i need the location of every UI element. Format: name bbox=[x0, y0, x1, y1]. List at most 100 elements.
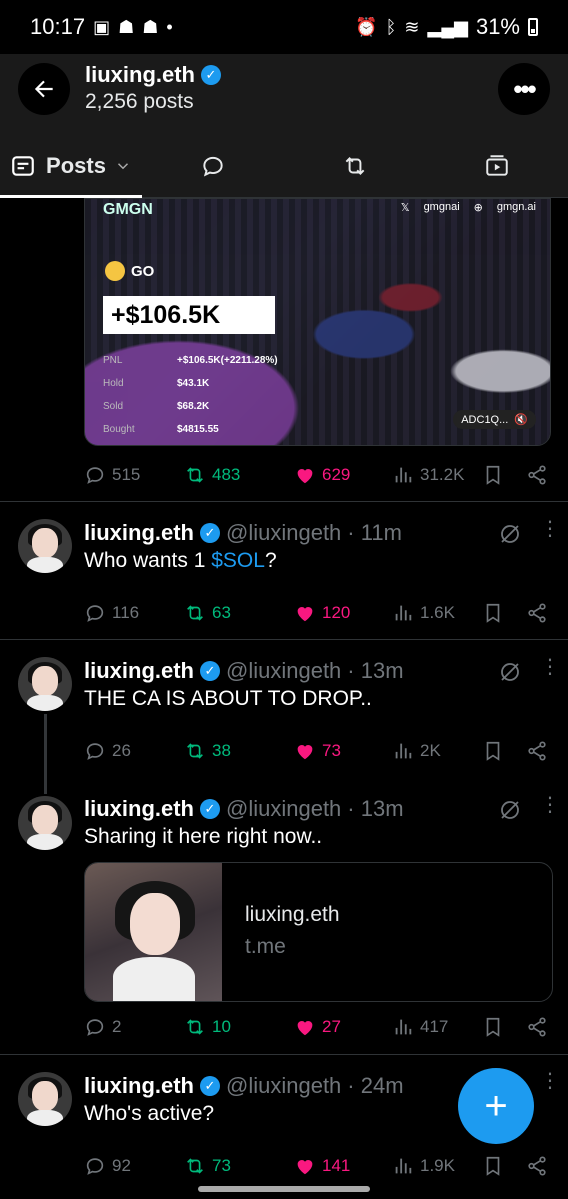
repost-button[interactable]: 10 bbox=[184, 1016, 294, 1038]
repost-button[interactable]: 73 bbox=[184, 1155, 294, 1177]
tweet-header: liuxing.eth ✓ @liuxingeth · 11m bbox=[84, 520, 402, 546]
repost-icon bbox=[187, 1158, 203, 1174]
bookmark-icon bbox=[486, 741, 500, 761]
mute-icon[interactable]: 🔇 bbox=[514, 413, 528, 426]
avatar[interactable] bbox=[18, 657, 72, 711]
author-name[interactable]: liuxing.eth bbox=[84, 658, 194, 684]
more-icon: ••• bbox=[513, 73, 536, 104]
views-button[interactable]: 417 bbox=[392, 1016, 482, 1038]
battery-percent: 31% bbox=[475, 14, 520, 39]
tweet-more-icon[interactable]: ⋮ bbox=[540, 795, 560, 815]
tweet-more-icon[interactable]: ⋮ bbox=[540, 519, 560, 539]
repost-button[interactable]: 483 bbox=[184, 464, 294, 486]
more-options-button[interactable]: ••• bbox=[498, 63, 550, 115]
tweet-actions: 515 483 629 31.2K bbox=[84, 460, 551, 490]
media-image[interactable]: GMGN 𝕏gmgnai ⊕ gmgn.ai GO +$106.5K PNL +$1… bbox=[84, 198, 551, 446]
divider bbox=[0, 639, 568, 640]
tweet-time: · 24m bbox=[347, 1073, 404, 1098]
profile-name-row: liuxing.eth ✓ bbox=[85, 62, 221, 88]
views-button[interactable]: 31.2K bbox=[392, 464, 482, 486]
tab-reposts[interactable] bbox=[284, 134, 426, 197]
reply-button[interactable]: 2 bbox=[84, 1016, 184, 1038]
repost-icon bbox=[187, 1019, 203, 1035]
bookmark-button[interactable] bbox=[482, 1016, 526, 1038]
profile-name: liuxing.eth bbox=[85, 62, 195, 87]
media-row: Sold $68.2K bbox=[103, 401, 210, 412]
tweet-actions: 26 38 73 2K bbox=[84, 736, 551, 766]
reply-button[interactable]: 26 bbox=[84, 740, 184, 762]
bookmark-button[interactable] bbox=[482, 740, 526, 762]
signal-icon: ▂▄▆ bbox=[427, 16, 468, 37]
share-button[interactable] bbox=[526, 1016, 548, 1038]
like-button[interactable]: 120 bbox=[294, 602, 392, 624]
alarm-icon: ⏰ bbox=[355, 16, 378, 37]
link-card[interactable]: liuxing.eth t.me bbox=[84, 862, 553, 1002]
repost-button[interactable]: 63 bbox=[184, 602, 294, 624]
repost-button[interactable]: 38 bbox=[184, 740, 294, 762]
link-card-title: liuxing.eth bbox=[245, 903, 340, 926]
thread-line bbox=[44, 714, 47, 794]
media-badge[interactable]: ADC1Q... 🔇 bbox=[453, 410, 536, 429]
globe-icon: ⊕ bbox=[473, 202, 483, 214]
author-name[interactable]: liuxing.eth bbox=[84, 796, 194, 822]
tab-videos[interactable] bbox=[426, 134, 568, 197]
views-icon bbox=[395, 743, 412, 759]
views-icon bbox=[395, 1158, 412, 1174]
reply-button[interactable]: 116 bbox=[84, 602, 184, 624]
repost-icon bbox=[187, 605, 203, 621]
like-button[interactable]: 73 bbox=[294, 740, 392, 762]
share-button[interactable] bbox=[526, 1155, 548, 1177]
author-handle[interactable]: @liuxingeth bbox=[226, 520, 341, 546]
gallery-icon: ▣ bbox=[93, 16, 111, 37]
avatar[interactable] bbox=[18, 796, 72, 850]
views-button[interactable]: 1.6K bbox=[392, 602, 482, 624]
bookmark-button[interactable] bbox=[482, 602, 526, 624]
author-handle[interactable]: @liuxingeth bbox=[226, 658, 341, 684]
tweet-more-icon[interactable]: ⋮ bbox=[540, 1071, 560, 1091]
back-button[interactable] bbox=[18, 63, 70, 115]
avatar[interactable] bbox=[18, 519, 72, 573]
author-name[interactable]: liuxing.eth bbox=[84, 520, 194, 546]
bookmark-button[interactable] bbox=[482, 1155, 526, 1177]
reply-button[interactable]: 92 bbox=[84, 1155, 184, 1177]
compose-button[interactable]: + bbox=[458, 1068, 534, 1144]
author-handle[interactable]: @liuxingeth bbox=[226, 1073, 341, 1099]
tweet-time: · 11m bbox=[347, 520, 402, 545]
verified-icon: ✓ bbox=[200, 523, 220, 543]
like-button[interactable]: 27 bbox=[294, 1016, 392, 1038]
share-button[interactable] bbox=[526, 602, 548, 624]
emoji-icon bbox=[105, 261, 125, 281]
media-handle-x: gmgnai bbox=[423, 201, 460, 213]
grok-icon[interactable] bbox=[498, 522, 522, 546]
views-icon bbox=[395, 1019, 412, 1035]
avatar[interactable] bbox=[18, 1072, 72, 1126]
bookmark-button[interactable] bbox=[482, 464, 526, 486]
tweet-more-icon[interactable]: ⋮ bbox=[540, 657, 560, 677]
like-button[interactable]: 141 bbox=[294, 1155, 392, 1177]
tab-posts[interactable]: Posts bbox=[0, 134, 142, 198]
author-name[interactable]: liuxing.eth bbox=[84, 1073, 194, 1099]
heart-icon bbox=[297, 1160, 313, 1175]
grok-icon[interactable] bbox=[498, 660, 522, 684]
author-handle[interactable]: @liuxingeth bbox=[226, 796, 341, 822]
views-button[interactable]: 1.9K bbox=[392, 1155, 482, 1177]
media-go-label: GO bbox=[131, 262, 155, 280]
tab-replies[interactable] bbox=[142, 134, 284, 197]
cashtag-link[interactable]: $SOL bbox=[211, 549, 265, 572]
reply-button[interactable]: 515 bbox=[84, 464, 184, 486]
share-icon bbox=[528, 465, 546, 485]
like-button[interactable]: 629 bbox=[294, 464, 392, 486]
media-brand: GMGN bbox=[103, 201, 153, 218]
video-icon bbox=[486, 154, 508, 176]
reply-icon bbox=[86, 467, 104, 484]
tweet-text: Who wants 1 $SOL? bbox=[84, 549, 277, 572]
tweet-header: liuxing.eth ✓ @liuxingeth · 24m bbox=[84, 1073, 404, 1099]
profile-header: liuxing.eth ✓ 2,256 posts ••• bbox=[0, 54, 568, 134]
share-button[interactable] bbox=[526, 740, 548, 762]
grok-icon[interactable] bbox=[498, 798, 522, 822]
home-indicator[interactable] bbox=[198, 1186, 370, 1192]
share-button[interactable] bbox=[526, 464, 548, 486]
wifi-icon: ≋ bbox=[404, 16, 420, 37]
tweet-text: Who's active? bbox=[84, 1102, 215, 1125]
views-button[interactable]: 2K bbox=[392, 740, 482, 762]
